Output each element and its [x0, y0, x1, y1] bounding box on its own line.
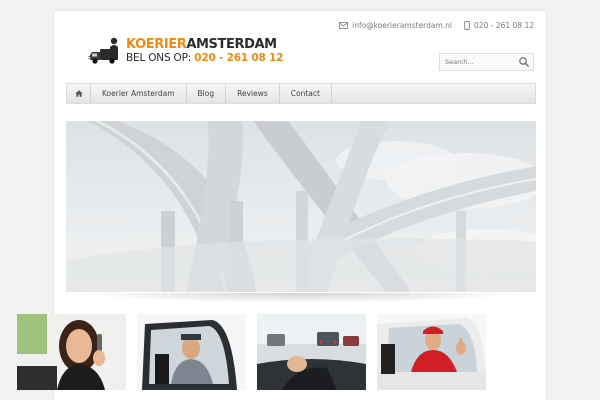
search-box[interactable]	[439, 53, 534, 71]
search-icon[interactable]	[518, 56, 530, 68]
site-logo[interactable]: KOERIERAMSTERDAM BEL ONS OP: 020 - 261 0…	[88, 35, 283, 69]
woman-phone-photo	[17, 314, 126, 390]
courier-truck-icon	[88, 37, 118, 64]
phone-item[interactable]: 020 - 261 08 12	[464, 21, 534, 30]
contact-bar: info@koerieramsterdam.nl 020 - 261 08 12	[339, 21, 534, 30]
mobile-phone-icon	[464, 21, 470, 30]
thumbnail-3[interactable]	[257, 314, 366, 390]
highway-overpass-image	[66, 121, 536, 292]
traffic-photo	[257, 314, 366, 390]
logo-brand-dark: AMSTERDAM	[186, 37, 277, 52]
logo-brand: KOERIERAMSTERDAM	[126, 37, 277, 52]
thumbnail-1[interactable]	[17, 314, 126, 390]
thumbnail-row	[17, 314, 487, 390]
email-item[interactable]: info@koerieramsterdam.nl	[339, 21, 452, 30]
nav-blog[interactable]: Blog	[187, 84, 227, 103]
tagline-prefix: BEL ONS OP:	[126, 52, 192, 64]
home-icon	[74, 90, 83, 97]
nav-contact[interactable]: Contact	[280, 84, 332, 103]
phone-text[interactable]: 020 - 261 08 12	[474, 21, 534, 30]
thumbnail-4[interactable]	[377, 314, 486, 390]
nav-reviews[interactable]: Reviews	[226, 84, 280, 103]
thumbnail-2[interactable]	[137, 314, 246, 390]
nav-koerier-amsterdam[interactable]: Koerier Amsterdam	[91, 84, 187, 103]
logo-brand-orange: KOERIER	[126, 37, 187, 52]
courier-thumbs-up-photo	[377, 314, 486, 390]
search-input[interactable]	[440, 58, 518, 66]
email-text[interactable]: info@koerieramsterdam.nl	[352, 21, 452, 30]
hero-banner-image	[66, 121, 536, 292]
nav-home[interactable]	[67, 84, 91, 103]
tagline-number: 020 - 261 08 12	[194, 52, 284, 64]
main-navigation: Koerier Amsterdam Blog Reviews Contact	[66, 83, 536, 104]
envelope-icon	[339, 22, 349, 29]
hero-shadow	[76, 293, 526, 303]
van-driver-photo	[137, 314, 246, 390]
logo-tagline: BEL ONS OP: 020 - 261 08 12	[126, 52, 283, 64]
